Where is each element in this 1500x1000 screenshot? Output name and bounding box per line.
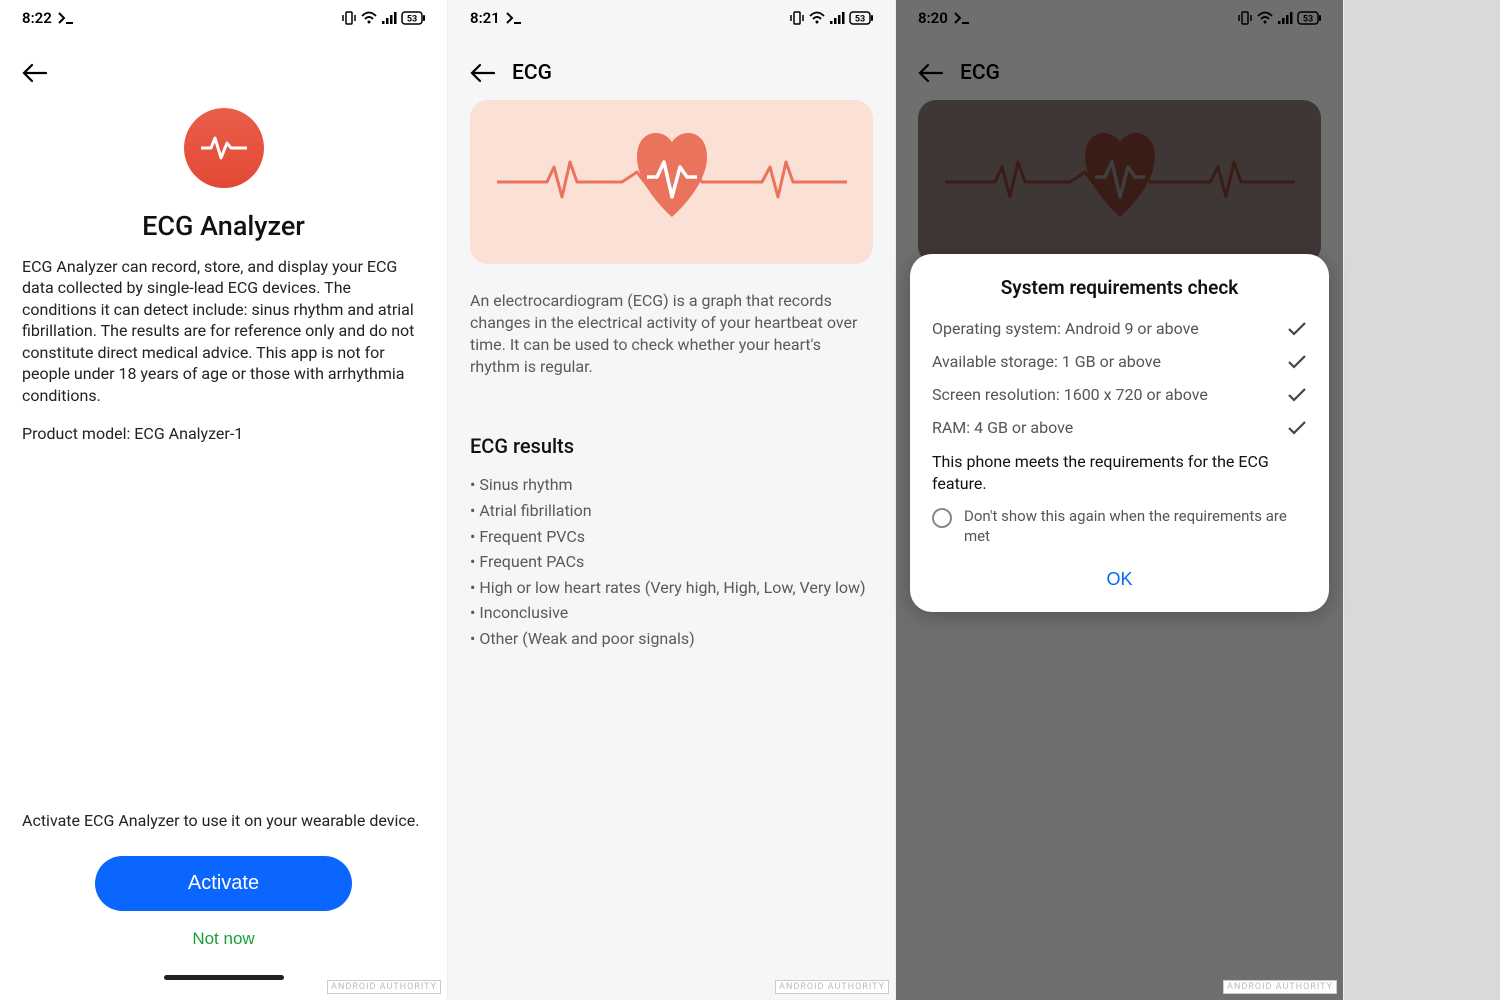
list-item: High or low heart rates (Very high, High… <box>470 575 873 601</box>
requirements-summary: This phone meets the requirements for th… <box>932 451 1307 494</box>
status-time: 8:21 <box>470 9 500 27</box>
ecg-hero-illustration <box>470 100 873 264</box>
check-icon <box>1287 387 1307 403</box>
back-button[interactable] <box>470 60 496 86</box>
list-item: Other (Weak and poor signals) <box>470 626 873 652</box>
page-description: ECG Analyzer can record, store, and disp… <box>22 256 425 406</box>
requirement-row: Available storage: 1 GB or above <box>932 352 1307 371</box>
svg-text:53: 53 <box>855 15 865 25</box>
requirement-row: Screen resolution: 1600 x 720 or above <box>932 385 1307 404</box>
list-item: Frequent PVCs <box>470 524 873 550</box>
ecg-analyzer-icon <box>184 108 264 188</box>
back-button[interactable] <box>22 60 48 86</box>
home-indicator[interactable] <box>164 975 284 980</box>
requirement-label: Available storage: 1 GB or above <box>932 352 1161 371</box>
requirement-row: Operating system: Android 9 or above <box>932 319 1307 338</box>
vibrate-icon <box>789 11 805 25</box>
screen-ecg-info: 8:21 53 ECG An electrocardiogram (ECG) i… <box>448 0 896 1000</box>
not-now-button[interactable]: Not now <box>192 929 254 949</box>
radio-unchecked-icon[interactable] <box>932 508 952 528</box>
requirement-label: Screen resolution: 1600 x 720 or above <box>932 385 1208 404</box>
dialog-title: System requirements check <box>932 276 1307 299</box>
page-title: ECG Analyzer <box>22 210 425 242</box>
status-time: 8:22 <box>22 9 52 27</box>
signal-icon <box>381 11 397 25</box>
requirement-label: Operating system: Android 9 or above <box>932 319 1199 338</box>
terminal-icon <box>506 12 522 24</box>
list-item: Inconclusive <box>470 600 873 626</box>
activate-button[interactable]: Activate <box>95 856 353 911</box>
screen-ecg-requirements: 8:20 53 ECG An electrocardiogram (ECG) i… <box>896 0 1344 1000</box>
ecg-results-title: ECG results <box>470 434 873 458</box>
svg-text:53: 53 <box>407 15 417 25</box>
watermark: ANDROID AUTHORITY <box>327 980 441 994</box>
header-title: ECG <box>512 61 552 85</box>
battery-icon: 53 <box>849 11 873 25</box>
check-icon <box>1287 420 1307 436</box>
dont-show-again-row[interactable]: Don't show this again when the requireme… <box>932 506 1307 547</box>
check-icon <box>1287 321 1307 337</box>
watermark: ANDROID AUTHORITY <box>775 980 889 994</box>
system-requirements-dialog: System requirements check Operating syst… <box>910 254 1329 612</box>
header: ECG <box>448 32 895 100</box>
wifi-icon <box>809 11 825 25</box>
header <box>0 32 447 100</box>
check-icon <box>1287 354 1307 370</box>
status-bar: 8:21 53 <box>448 0 895 32</box>
list-item: Atrial fibrillation <box>470 498 873 524</box>
signal-icon <box>829 11 845 25</box>
wifi-icon <box>361 11 377 25</box>
list-item: Sinus rhythm <box>470 472 873 498</box>
product-model: Product model: ECG Analyzer-1 <box>22 424 425 443</box>
watermark: ANDROID AUTHORITY <box>1223 980 1337 994</box>
ok-button[interactable]: OK <box>1090 561 1148 598</box>
requirement-row: RAM: 4 GB or above <box>932 418 1307 437</box>
screen-ecg-analyzer: 8:22 53 ECG Analyzer ECG Analyzer can re… <box>0 0 448 1000</box>
list-item: Frequent PACs <box>470 549 873 575</box>
battery-icon: 53 <box>401 11 425 25</box>
dont-show-again-label: Don't show this again when the requireme… <box>964 506 1307 547</box>
terminal-icon <box>58 12 74 24</box>
requirement-label: RAM: 4 GB or above <box>932 418 1073 437</box>
vibrate-icon <box>341 11 357 25</box>
status-bar: 8:22 53 <box>0 0 447 32</box>
ecg-results-list: Sinus rhythm Atrial fibrillation Frequen… <box>470 472 873 651</box>
activate-prompt: Activate ECG Analyzer to use it on your … <box>22 810 425 832</box>
ecg-description: An electrocardiogram (ECG) is a graph th… <box>470 290 873 378</box>
